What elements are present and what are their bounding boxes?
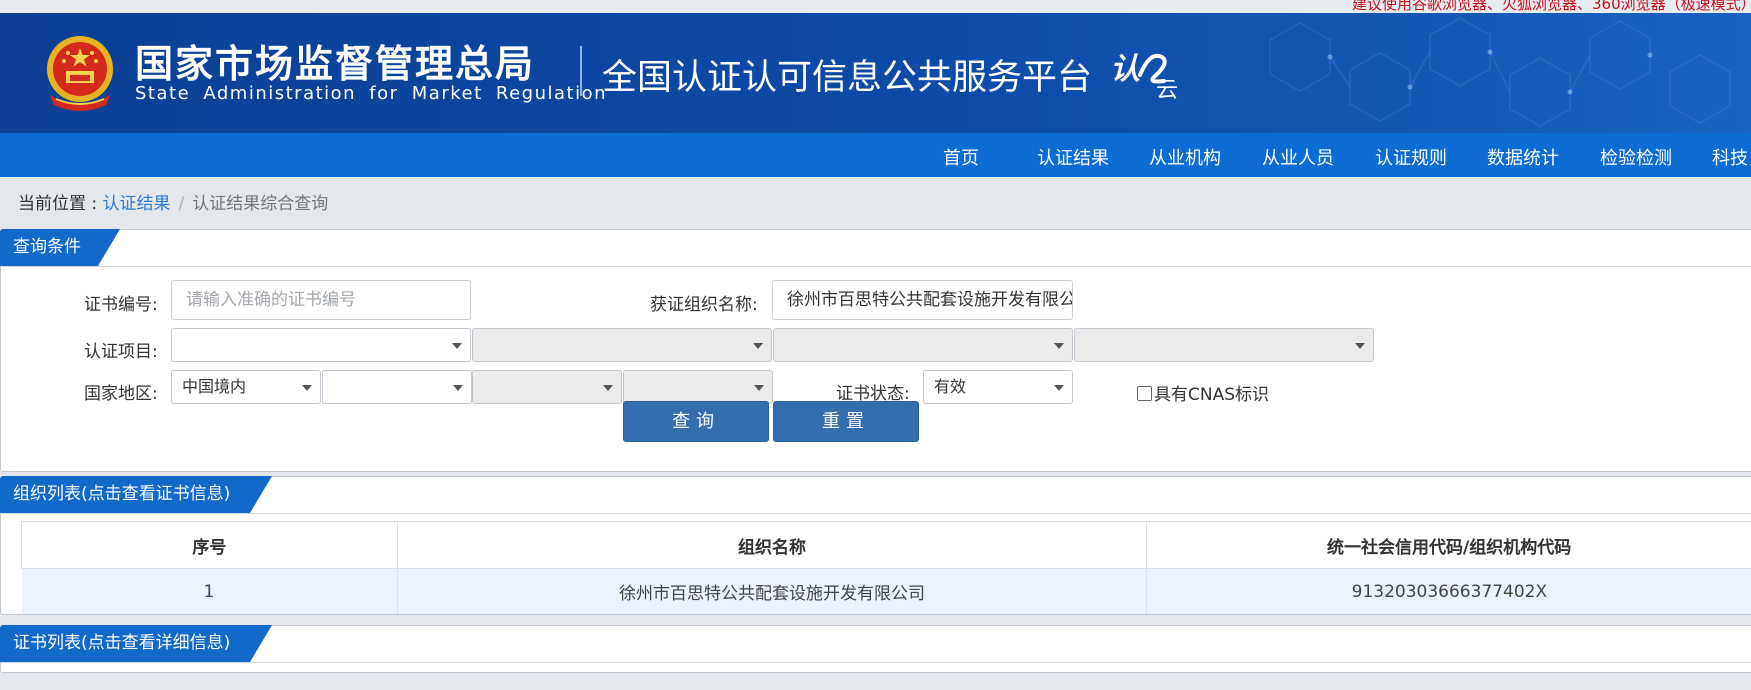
search-button[interactable]: 查询 (623, 401, 769, 442)
site-banner: 国家市场监督管理总局 State Administration for Mark… (0, 13, 1751, 133)
chevron-down-icon (603, 385, 613, 391)
nav-institutions[interactable]: 从业机构 (1149, 144, 1221, 170)
breadcrumb-link-cert-results[interactable]: 认证结果 (103, 194, 171, 214)
org-name-label: 获证组织名称: (650, 295, 758, 315)
breadcrumb-separator: / (178, 194, 185, 214)
cnas-checkbox[interactable] (1137, 386, 1152, 401)
renyun-logo-icon: 认 云 (1110, 52, 1178, 99)
platform-title: 全国认证认可信息公共服务平台 (602, 58, 1093, 98)
hex-pattern-decoration (1269, 17, 1731, 127)
region-select-1[interactable]: 中国境内 (171, 370, 321, 404)
query-panel-header: 查询条件 (1, 230, 1751, 267)
org-list-header: 组织列表(点击查看证书信息) (1, 477, 1751, 514)
reset-button[interactable]: 重置 (773, 401, 919, 442)
cert-no-label: 证书编号: (84, 295, 158, 315)
agency-name-cn: 国家市场监督管理总局 (135, 41, 536, 86)
cert-list-title: 证书列表(点击查看详细信息) (0, 625, 272, 662)
project-select-4[interactable] (1074, 328, 1374, 362)
row-credit-code: 91320303666377402X (1146, 568, 1751, 614)
col-header-credit-code: 统一社会信用代码/组织机构代码 (1146, 521, 1751, 569)
col-header-org-name: 组织名称 (396, 521, 1148, 569)
nav-statistics[interactable]: 数据统计 (1487, 144, 1559, 170)
region-select-1-value: 中国境内 (182, 377, 247, 396)
cert-no-input[interactable]: 请输入准确的证书编号 (171, 280, 471, 320)
breadcrumb: 当前位置 : 认证结果 / 认证结果综合查询 (18, 189, 328, 214)
chevron-down-icon (302, 385, 312, 391)
col-header-index: 序号 (21, 521, 398, 569)
region-select-2[interactable] (322, 370, 472, 404)
chevron-down-icon (1355, 343, 1365, 349)
nav-rules[interactable]: 认证规则 (1375, 144, 1447, 170)
chevron-down-icon (754, 385, 764, 391)
cnas-label: 具有CNAS标识 (1154, 385, 1270, 405)
agency-name-en: State Administration for Market Regulati… (135, 83, 607, 104)
query-panel: 查询条件 证书编号: 请输入准确的证书编号 获证组织名称: 徐州市百思特公共配套… (0, 229, 1751, 472)
org-name-input[interactable]: 徐州市百思特公共配套设施开发有限公司 (772, 280, 1073, 320)
nav-technology[interactable]: 科技 (1712, 144, 1748, 170)
status-select[interactable]: 有效 (923, 370, 1073, 404)
cert-list-panel: 证书列表(点击查看详细信息) (0, 625, 1751, 673)
browser-notice-text: 建议使用谷歌浏览器、火狐浏览器、360浏览器（极速模式） (1352, 0, 1751, 13)
svg-text:认: 认 (1110, 52, 1140, 87)
breadcrumb-current: 认证结果综合查询 (192, 194, 329, 214)
project-select-1[interactable] (171, 328, 471, 362)
row-index: 1 (21, 568, 398, 614)
breadcrumb-prefix: 当前位置 : (18, 194, 103, 214)
cert-list-header: 证书列表(点击查看详细信息) (1, 626, 1751, 663)
status-select-value: 有效 (934, 377, 967, 396)
chevron-down-icon (1054, 343, 1064, 349)
project-select-2[interactable] (472, 328, 772, 362)
svg-text:云: 云 (1156, 78, 1178, 99)
query-panel-title: 查询条件 (0, 229, 120, 266)
nav-cert-results[interactable]: 认证结果 (1037, 144, 1109, 170)
chevron-down-icon (452, 343, 462, 349)
org-list-panel: 组织列表(点击查看证书信息) 序号 组织名称 统一社会信用代码/组织机构代码 1… (0, 476, 1751, 615)
region-label: 国家地区: (84, 384, 158, 404)
chevron-down-icon (753, 343, 763, 349)
org-table: 序号 组织名称 统一社会信用代码/组织机构代码 1 徐州市百思特公共配套设施开发… (21, 521, 1751, 614)
row-org-name[interactable]: 徐州市百思特公共配套设施开发有限公司 (396, 568, 1147, 614)
cnas-option[interactable]: 具有CNAS标识 (1137, 380, 1269, 405)
main-nav: 首页 认证结果 从业机构 从业人员 认证规则 数据统计 检验检测 科技 (0, 133, 1751, 177)
project-label: 认证项目: (84, 342, 158, 362)
table-row[interactable]: 1 徐州市百思特公共配套设施开发有限公司 91320303666377402X (21, 568, 1751, 614)
national-emblem-icon (47, 36, 113, 111)
nav-home[interactable]: 首页 (943, 144, 979, 170)
browser-notice: 建议使用谷歌浏览器、火狐浏览器、360浏览器（极速模式） (0, 0, 1751, 13)
chevron-down-icon (453, 385, 463, 391)
project-select-3[interactable] (773, 328, 1073, 362)
org-list-title: 组织列表(点击查看证书信息) (0, 476, 272, 513)
nav-inspection[interactable]: 检验检测 (1600, 144, 1672, 170)
region-select-3[interactable] (472, 370, 622, 404)
region-select-4[interactable] (623, 370, 773, 404)
nav-personnel[interactable]: 从业人员 (1262, 144, 1334, 170)
chevron-down-icon (1054, 385, 1064, 391)
header-divider (580, 46, 582, 96)
org-table-header-row: 序号 组织名称 统一社会信用代码/组织机构代码 (21, 521, 1751, 569)
